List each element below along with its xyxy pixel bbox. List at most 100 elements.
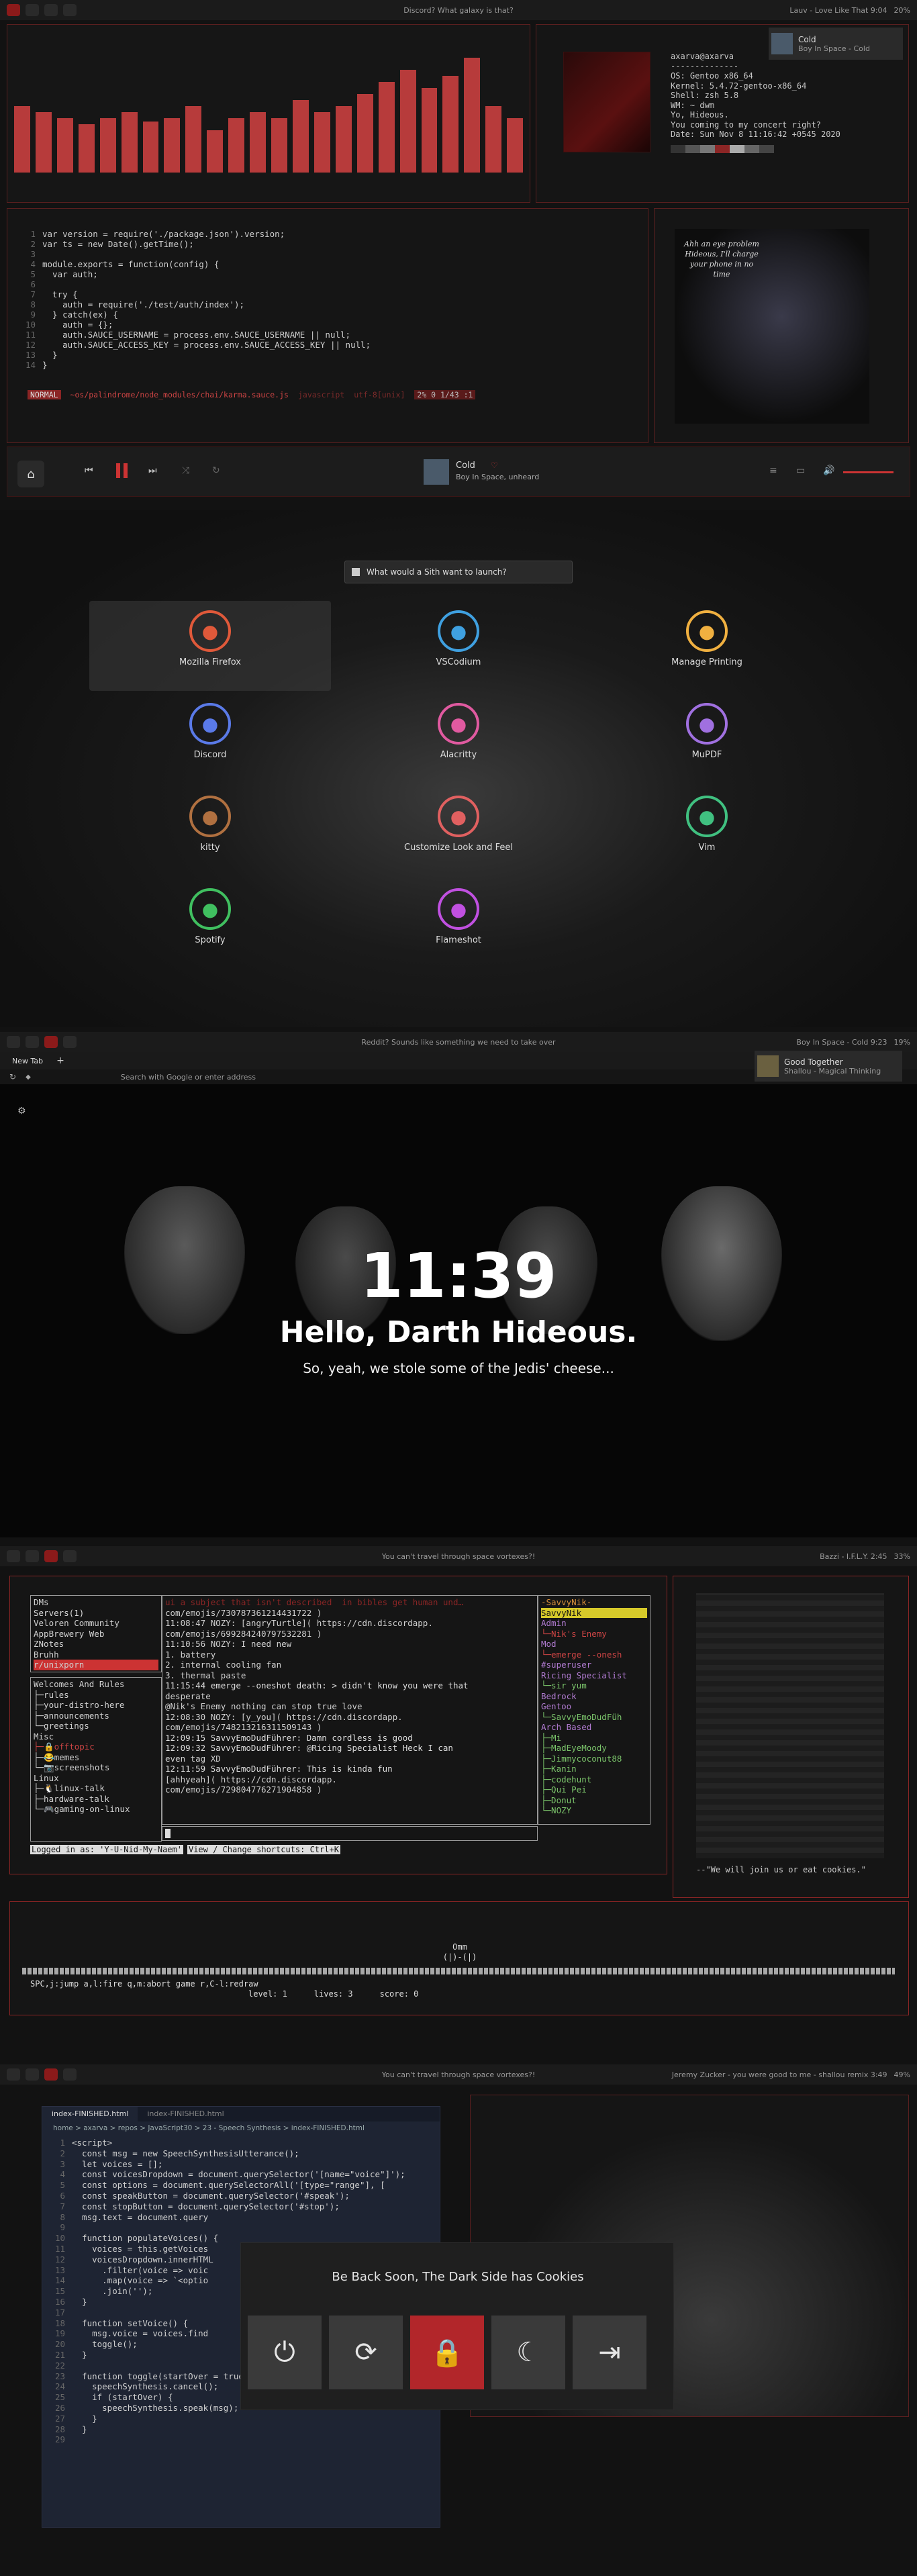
chat-message[interactable]: 12:08:30 NOZY: [y_you]( https://cdn.disc… [165,1712,534,1723]
member-item[interactable]: ├─Jimmycoconut88 [541,1754,647,1764]
sleep-button[interactable]: ☾ [491,2316,565,2389]
member-item[interactable]: ├─Kanin [541,1764,647,1774]
server-item[interactable]: Bruhh [34,1650,158,1660]
member-item[interactable]: SavvyNik [541,1607,647,1618]
like-icon[interactable]: ♡ [491,461,498,470]
channel-item[interactable]: Misc [34,1731,158,1742]
chat-message[interactable]: com/emojis/748213216311509143 ) [165,1722,534,1733]
channel-item[interactable]: Linux [34,1773,158,1784]
app-vscodium[interactable]: ● VSCodium [338,601,579,691]
chat-message[interactable]: 12:09:32 SavvyEmoDudFührer: @Ricing Spec… [165,1743,534,1754]
app-alacritty[interactable]: ● Alacritty [338,694,579,783]
member-item[interactable]: Bedrock [541,1691,647,1702]
reboot-button[interactable]: ⟳ [329,2316,403,2389]
channel-item[interactable]: ├─announcements [34,1711,158,1721]
chat-message[interactable]: 11:15:44 emerge --oneshot death: > didn'… [165,1680,534,1691]
channel-item[interactable]: └─📷screenshots [34,1762,158,1773]
shield-icon[interactable]: ◆ [26,1074,31,1081]
channel-item[interactable]: └─greetings [34,1721,158,1731]
power-button[interactable]: ⏻ [248,2316,322,2389]
server-item[interactable]: Veloren Community [34,1618,158,1629]
workspace-indicators-4[interactable] [0,1550,77,1562]
chat-message[interactable]: desperate [165,1691,534,1702]
channel-item[interactable]: ├─😂memes [34,1752,158,1763]
member-item[interactable]: ├─Mi [541,1733,647,1744]
app-flameshot[interactable]: ● Flameshot [338,879,579,969]
launcher-search[interactable]: What would a Sith want to launch? [344,561,573,583]
chat-message[interactable]: even tag XD [165,1754,534,1764]
member-item[interactable]: Arch Based [541,1722,647,1733]
chat-message[interactable]: @Nik's Enemy nothing can stop true love [165,1701,534,1712]
repeat-icon[interactable]: ↻ [212,465,220,476]
settings-icon[interactable]: ⚙ [17,1106,26,1116]
member-item[interactable]: Mod [541,1639,647,1650]
member-item[interactable]: └─Nik's Enemy [541,1629,647,1639]
server-item[interactable]: r/unixporn [34,1660,158,1670]
channel-item[interactable]: └─🎮gaming-on-linux [34,1804,158,1815]
member-item[interactable]: #superuser [541,1660,647,1670]
channel-item[interactable]: ├─your-distro-here [34,1700,158,1711]
server-item[interactable]: DMs [34,1597,158,1608]
previous-icon[interactable]: ⏮ [85,465,93,476]
app-brush[interactable]: ● Customize Look and Feel [338,786,579,876]
member-item[interactable]: Ricing Specialist [541,1670,647,1681]
workspace-indicators-5[interactable] [0,2068,77,2081]
chat-message[interactable]: 2. internal cooling fan [165,1660,534,1670]
chat-message[interactable]: 12:09:15 SavvyEmoDudFührer: Damn cordles… [165,1733,534,1744]
new-tab-icon[interactable]: + [56,1055,64,1066]
chat-message[interactable]: com/emojis/730787361214431722 ) [165,1608,534,1619]
address-bar[interactable]: Search with Google or enter address [121,1073,256,1082]
app-vim[interactable]: ● Vim [586,786,828,876]
member-item[interactable]: Gentoo [541,1701,647,1712]
member-item[interactable]: ├─codehunt [541,1774,647,1785]
member-item[interactable]: ├─MadEyeMoody [541,1743,647,1754]
chat-message[interactable]: 1. battery [165,1650,534,1660]
chat-message[interactable]: [ahhyeah]( https://cdn.discordapp. [165,1774,534,1785]
channel-item[interactable]: Welcomes And Rules [34,1679,158,1690]
chat-message[interactable]: ui a subject that isn't described in bib… [165,1597,534,1608]
app-pdf[interactable]: ● MuPDF [586,694,828,783]
editor-tab-1[interactable]: index-FINISHED.html [42,2107,138,2121]
editor-tab-2[interactable]: index-FINISHED.html [138,2107,233,2121]
member-item[interactable]: ├─Qui Pei [541,1784,647,1795]
member-item[interactable]: └─SavvyEmoDudFüh [541,1712,647,1723]
logout-button[interactable]: ⇥ [573,2316,646,2389]
chat-message[interactable]: com/emojis/699284240797532281 ) [165,1629,534,1639]
chat-message[interactable]: com/emojis/729804776271904858 ) [165,1784,534,1795]
chat-message[interactable]: 11:08:47 NOZY: [angryTurtle]( https://cd… [165,1618,534,1629]
code-editor[interactable]: 1 var version = require('./package.json')… [21,229,371,370]
reload-icon[interactable]: ↻ [9,1072,16,1082]
chat-message[interactable]: 12:11:59 SavvyEmoDudFührer: This is kind… [165,1764,534,1774]
workspace-indicators[interactable] [0,4,77,16]
home-button[interactable]: ⌂ [17,461,44,487]
channel-item[interactable]: ├─🐧linux-talk [34,1783,158,1794]
shuffle-icon[interactable]: ⤨ [182,465,189,476]
app-firefox[interactable]: ● Mozilla Firefox [89,601,331,691]
channel-item[interactable]: ├─🔒offtopic [34,1742,158,1752]
lock-button[interactable]: 🔒 [410,2316,484,2389]
shortcuts-label[interactable]: View / Change shortcuts: Ctrl+K [187,1845,340,1854]
server-item[interactable]: Servers(1) [34,1608,158,1619]
pip-icon[interactable]: ▭ [796,465,805,476]
app-kitty[interactable]: ● kitty [89,786,331,876]
member-item[interactable]: └─sir yum [541,1680,647,1691]
tab-new-tab[interactable]: New Tab [12,1057,43,1065]
member-item[interactable]: └─emerge --onesh [541,1650,647,1660]
app-spotify[interactable]: ● Spotify [89,879,331,969]
pause-button[interactable] [111,461,132,481]
channel-item[interactable]: ├─hardware-talk [34,1794,158,1805]
member-item[interactable]: Admin [541,1618,647,1629]
channel-item[interactable]: ├─rules [34,1690,158,1701]
server-item[interactable]: ZNotes [34,1639,158,1650]
app-discord[interactable]: ● Discord [89,694,331,783]
volume-icon[interactable]: 🔊 [823,465,834,476]
volume-slider[interactable] [843,471,894,473]
member-item[interactable]: -SavvyNik- [541,1597,647,1608]
chat-message[interactable]: 11:10:56 NOZY: I need new [165,1639,534,1650]
chat-message[interactable]: 3. thermal paste [165,1670,534,1681]
next-icon[interactable]: ⏭ [148,465,157,476]
server-item[interactable]: AppBrewery Web [34,1629,158,1639]
lyrics-icon[interactable]: ≡ [769,465,777,476]
app-printer[interactable]: ● Manage Printing [586,601,828,691]
member-item[interactable]: ├─Donut [541,1795,647,1806]
